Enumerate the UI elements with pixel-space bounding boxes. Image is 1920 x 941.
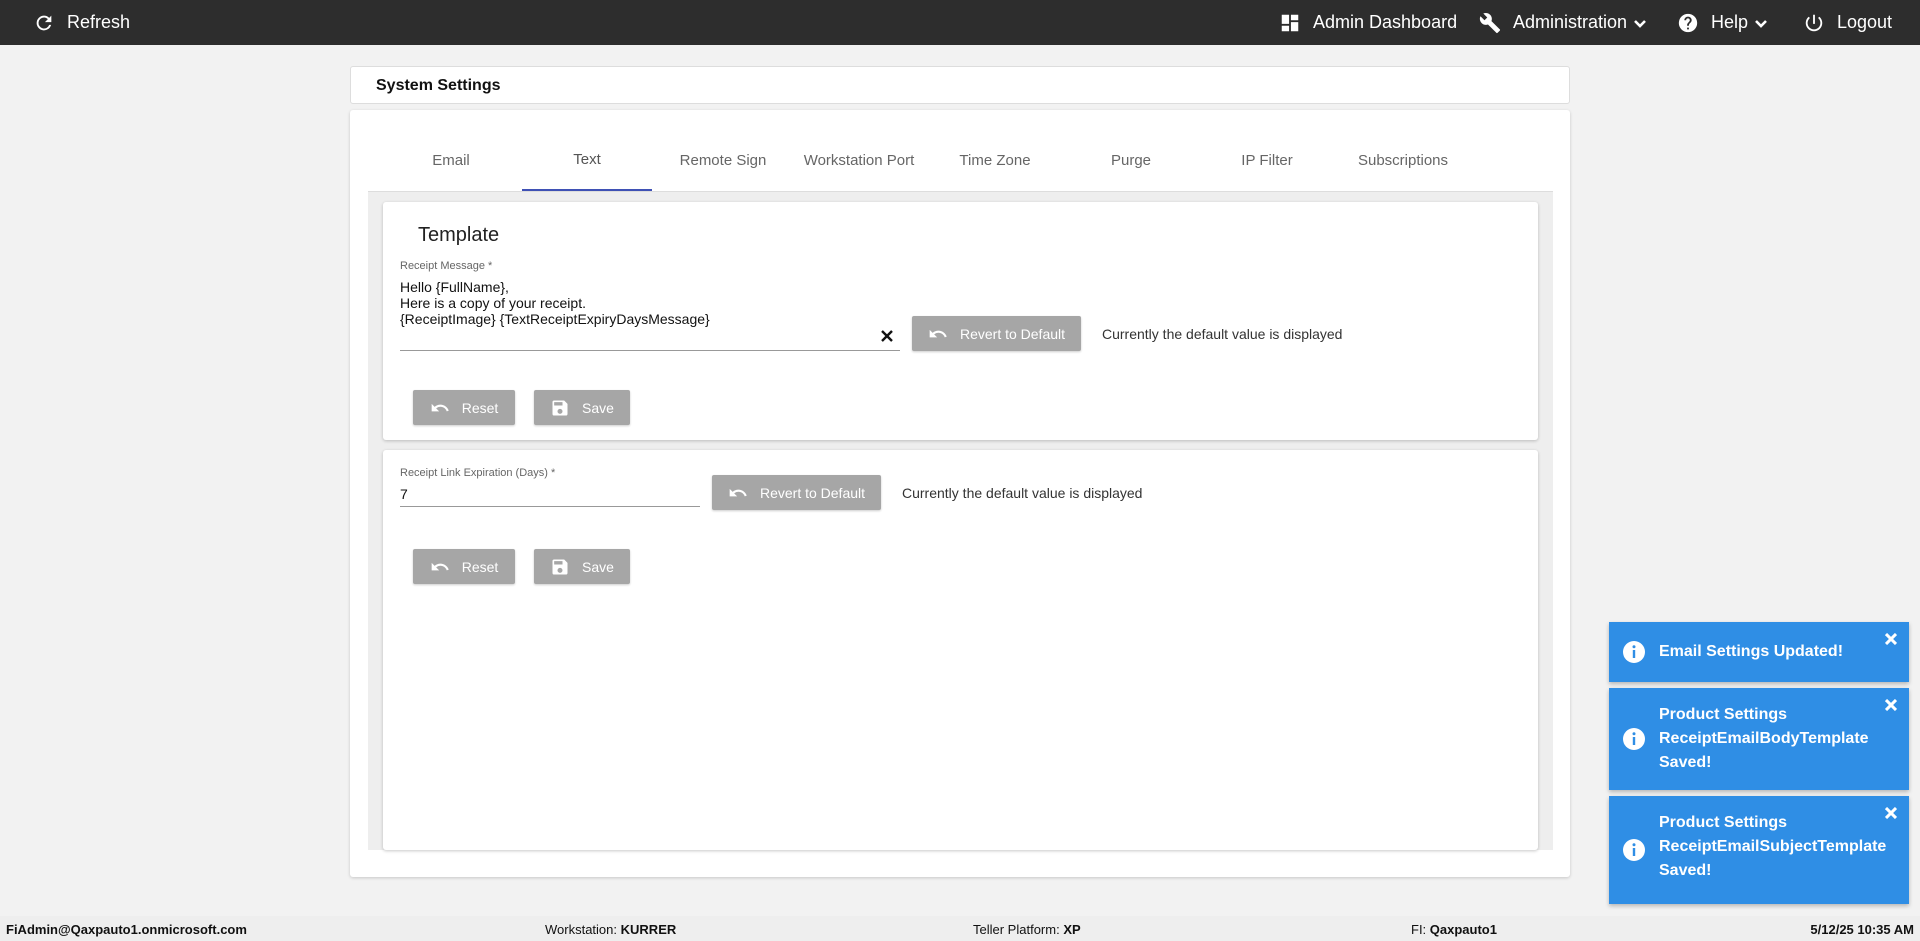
panel-title: Template xyxy=(418,224,500,246)
help-icon xyxy=(1678,13,1698,32)
default-status-text: Currently the default value is displayed xyxy=(902,485,1143,501)
tab-purge[interactable]: Purge xyxy=(1066,130,1196,191)
tab-label: Email xyxy=(432,152,470,169)
revert-label: Revert to Default xyxy=(759,484,866,501)
admin-dashboard-label: Admin Dashboard xyxy=(1313,12,1458,32)
tab-label: IP Filter xyxy=(1241,152,1293,169)
status-bar: FiAdmin@Qaxpauto1.onmicrosoft.com Workst… xyxy=(0,916,1920,941)
receipt-message-label: Receipt Message * xyxy=(400,260,493,272)
revert-label: Revert to Default xyxy=(959,325,1066,342)
reset-label: Reset xyxy=(461,558,499,575)
tab-email[interactable]: Email xyxy=(386,130,516,191)
refresh-icon xyxy=(36,15,52,30)
toast-close-button[interactable] xyxy=(1884,698,1899,712)
template-panel: Template Receipt Message * Hello {FullNa… xyxy=(383,202,1538,440)
workstation-label: Workstation: xyxy=(545,922,618,937)
toast-notification: Product Settings ReceiptEmailSubjectTemp… xyxy=(1609,796,1909,904)
close-icon xyxy=(881,330,893,342)
save-button[interactable]: Save xyxy=(534,549,630,584)
undo-icon xyxy=(431,562,449,570)
tab-label: Time Zone xyxy=(959,152,1031,169)
admin-dashboard-link[interactable]: Admin Dashboard xyxy=(1279,0,1457,45)
logout-label: Logout xyxy=(1837,12,1893,32)
toast-message: Product Settings ReceiptEmailBodyTemplat… xyxy=(1659,706,1869,771)
footer-fi: FI: Qaxpauto1 xyxy=(1411,922,1497,937)
settings-tabs: Email Text Remote Sign Workstation Port … xyxy=(368,130,1553,192)
expiration-panel: Receipt Link Expiration (Days) * 7 Rever… xyxy=(383,450,1538,850)
refresh-button[interactable]: Refresh xyxy=(33,0,130,45)
chevron-down-icon xyxy=(1755,19,1767,28)
toast-close-button[interactable] xyxy=(1884,632,1899,646)
teller-platform-label: Teller Platform: xyxy=(973,922,1060,937)
save-icon xyxy=(552,400,568,415)
clear-field-button[interactable] xyxy=(880,329,894,343)
workstation-value: KURRER xyxy=(620,922,677,937)
datetime-value: 5/12/25 10:35 AM xyxy=(1810,922,1914,937)
top-navigation-bar: Refresh Admin Dashboard Administration H… xyxy=(0,0,1920,45)
toast-message: Product Settings ReceiptEmailSubjectTemp… xyxy=(1659,814,1887,879)
tab-text[interactable]: Text xyxy=(522,130,652,191)
help-label: Help xyxy=(1711,12,1749,32)
logout-button[interactable]: Logout xyxy=(1803,0,1892,45)
footer-datetime: 5/12/25 10:35 AM xyxy=(1810,922,1914,937)
default-status-text: Currently the default value is displayed xyxy=(1102,326,1343,342)
tab-workstation-port[interactable]: Workstation Port xyxy=(794,130,924,191)
tab-label: Workstation Port xyxy=(803,152,915,169)
close-icon xyxy=(1884,698,1898,712)
revert-to-default-button[interactable]: Revert to Default xyxy=(912,316,1081,351)
save-label: Save xyxy=(582,558,614,575)
reset-label: Reset xyxy=(461,399,499,416)
close-icon xyxy=(1884,806,1898,820)
page-header: System Settings xyxy=(350,66,1570,104)
tab-subscriptions[interactable]: Subscriptions xyxy=(1338,130,1468,191)
close-icon xyxy=(1884,632,1898,646)
tab-label: Purge xyxy=(1110,152,1152,169)
info-icon xyxy=(1622,727,1646,751)
help-menu[interactable]: Help xyxy=(1677,0,1768,45)
info-icon xyxy=(1622,640,1646,664)
page-title: System Settings xyxy=(376,77,501,94)
power-icon xyxy=(1805,14,1823,31)
tab-label: Remote Sign xyxy=(679,152,767,169)
footer-teller-platform: Teller Platform: XP xyxy=(973,922,1081,937)
undo-icon xyxy=(729,488,747,496)
expiration-days-value: 7 xyxy=(400,486,408,502)
save-icon xyxy=(552,559,568,574)
chevron-down-icon xyxy=(1634,19,1646,28)
administration-menu[interactable]: Administration xyxy=(1479,0,1647,45)
receipt-message-textarea[interactable]: Hello {FullName}, Here is a copy of your… xyxy=(400,279,900,351)
dashboard-icon xyxy=(1281,14,1299,31)
fi-label: FI: xyxy=(1411,922,1427,937)
wrench-icon xyxy=(1479,12,1501,33)
undo-icon xyxy=(929,329,947,337)
footer-workstation: Workstation: KURRER xyxy=(545,922,676,937)
save-label: Save xyxy=(582,399,614,416)
info-icon xyxy=(1622,838,1646,862)
tab-ip-filter[interactable]: IP Filter xyxy=(1202,130,1332,191)
toast-notification: Email Settings Updated! xyxy=(1609,622,1909,682)
tab-remote-sign[interactable]: Remote Sign xyxy=(658,130,788,191)
receipt-message-value: Hello {FullName}, Here is a copy of your… xyxy=(400,279,710,327)
administration-label: Administration xyxy=(1513,12,1628,32)
settings-card: Email Text Remote Sign Workstation Port … xyxy=(350,110,1570,877)
toast-notification: Product Settings ReceiptEmailBodyTemplat… xyxy=(1609,688,1909,790)
tab-label: Text xyxy=(573,151,601,168)
tab-content: Template Receipt Message * Hello {FullNa… xyxy=(368,192,1553,850)
fi-value: Qaxpauto1 xyxy=(1429,922,1497,937)
expiration-days-input[interactable]: 7 xyxy=(400,477,700,507)
toast-close-button[interactable] xyxy=(1884,806,1899,820)
revert-to-default-button[interactable]: Revert to Default xyxy=(712,475,881,510)
toast-message: Email Settings Updated! xyxy=(1659,643,1844,660)
undo-icon xyxy=(431,403,449,411)
refresh-label: Refresh xyxy=(67,12,131,32)
reset-button[interactable]: Reset xyxy=(413,549,515,584)
save-button[interactable]: Save xyxy=(534,390,630,425)
teller-platform-value: XP xyxy=(1063,922,1081,937)
tab-time-zone[interactable]: Time Zone xyxy=(930,130,1060,191)
footer-user: FiAdmin@Qaxpauto1.onmicrosoft.com xyxy=(6,922,247,937)
reset-button[interactable]: Reset xyxy=(413,390,515,425)
tab-label: Subscriptions xyxy=(1357,152,1449,169)
user-email: FiAdmin@Qaxpauto1.onmicrosoft.com xyxy=(6,922,247,937)
